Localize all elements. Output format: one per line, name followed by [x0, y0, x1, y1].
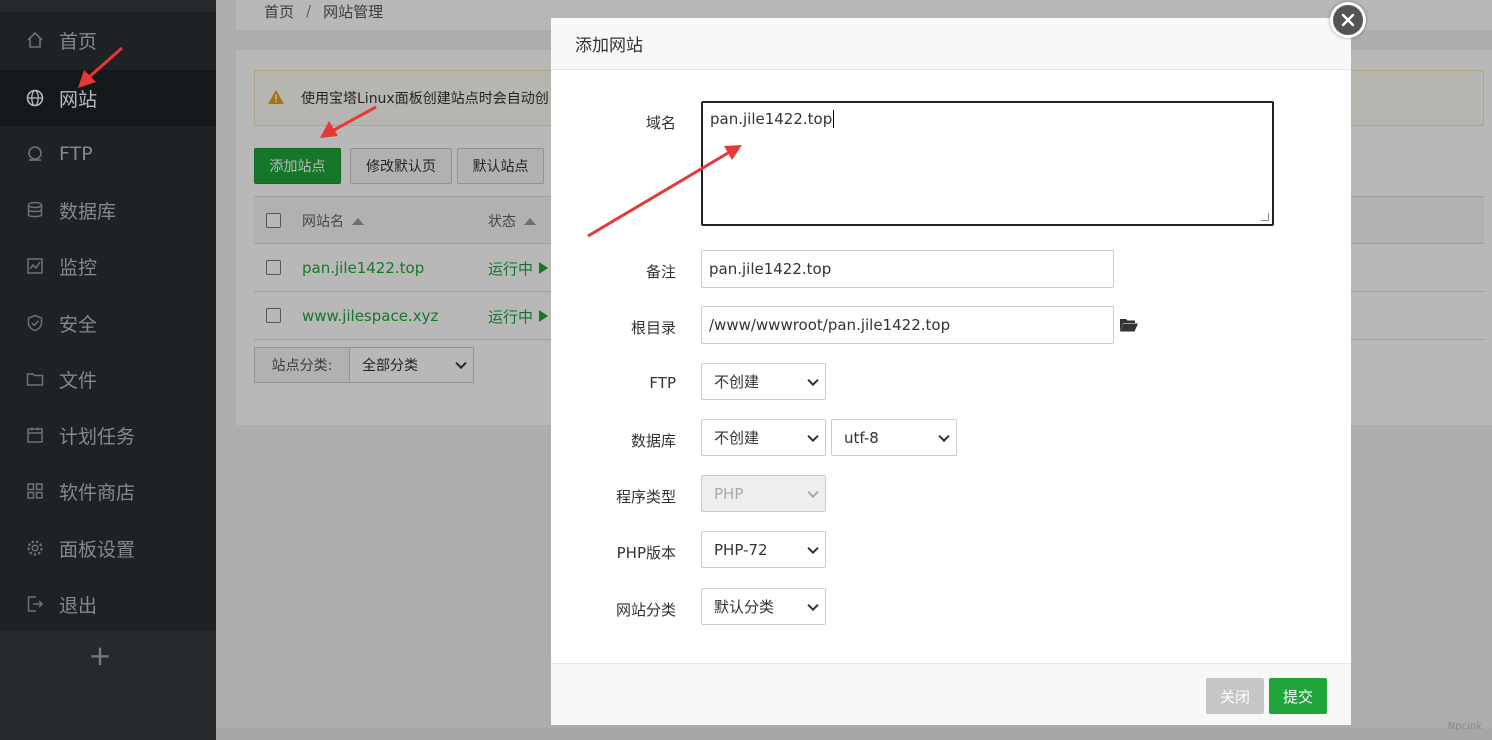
remark-input[interactable]: pan.jile1422.top	[701, 250, 1114, 288]
add-site-dialog: 添加网站 域名 pan.jile1422.top 备注 pan.jile1422…	[551, 18, 1351, 725]
resize-handle[interactable]	[1261, 213, 1269, 221]
dialog-footer: 关闭 提交	[551, 663, 1351, 725]
dialog-title: 添加网站	[575, 36, 643, 56]
ftp-label: FTP	[649, 374, 676, 392]
program-type-select: PHP	[701, 475, 826, 512]
root-dir-label: 根目录	[630, 319, 676, 337]
root-dir-input[interactable]: /www/wwwroot/pan.jile1422.top	[701, 306, 1114, 344]
chevron-down-icon	[807, 374, 819, 386]
watermark: Npcink	[1447, 721, 1482, 732]
database-select-value: 不创建	[714, 429, 760, 447]
close-button[interactable]: 关闭	[1206, 678, 1264, 714]
php-version-select[interactable]: PHP-72	[701, 531, 826, 568]
remark-label: 备注	[645, 263, 676, 281]
charset-select[interactable]: utf-8	[831, 419, 957, 456]
ftp-select-value: 不创建	[714, 373, 760, 391]
database-select[interactable]: 不创建	[701, 419, 826, 456]
chevron-down-icon	[807, 486, 819, 498]
text-caret	[833, 110, 835, 128]
database-label: 数据库	[630, 432, 676, 450]
root-dir-value: /www/wwwroot/pan.jile1422.top	[709, 316, 951, 334]
folder-open-icon[interactable]	[1119, 317, 1139, 337]
site-category-value: 默认分类	[714, 598, 775, 616]
chevron-down-icon	[807, 542, 819, 554]
program-type-label: 程序类型	[615, 488, 676, 506]
charset-select-value: utf-8	[844, 428, 879, 447]
dialog-close-icon[interactable]	[1330, 2, 1366, 38]
php-version-label: PHP版本	[616, 544, 676, 562]
submit-button[interactable]: 提交	[1269, 678, 1327, 714]
site-category-label: 网站分类	[615, 601, 676, 619]
php-version-value: PHP-72	[714, 540, 768, 559]
domain-label: 域名	[645, 114, 676, 132]
dialog-header: 添加网站	[551, 18, 1351, 70]
chevron-down-icon	[807, 599, 819, 611]
chevron-down-icon	[938, 430, 950, 442]
domain-textarea[interactable]: pan.jile1422.top	[701, 101, 1274, 226]
remark-value: pan.jile1422.top	[709, 260, 832, 278]
domain-value: pan.jile1422.top	[710, 110, 833, 128]
chevron-down-icon	[807, 430, 819, 442]
ftp-select[interactable]: 不创建	[701, 363, 826, 400]
program-type-value: PHP	[714, 484, 744, 503]
site-category-select[interactable]: 默认分类	[701, 588, 826, 625]
